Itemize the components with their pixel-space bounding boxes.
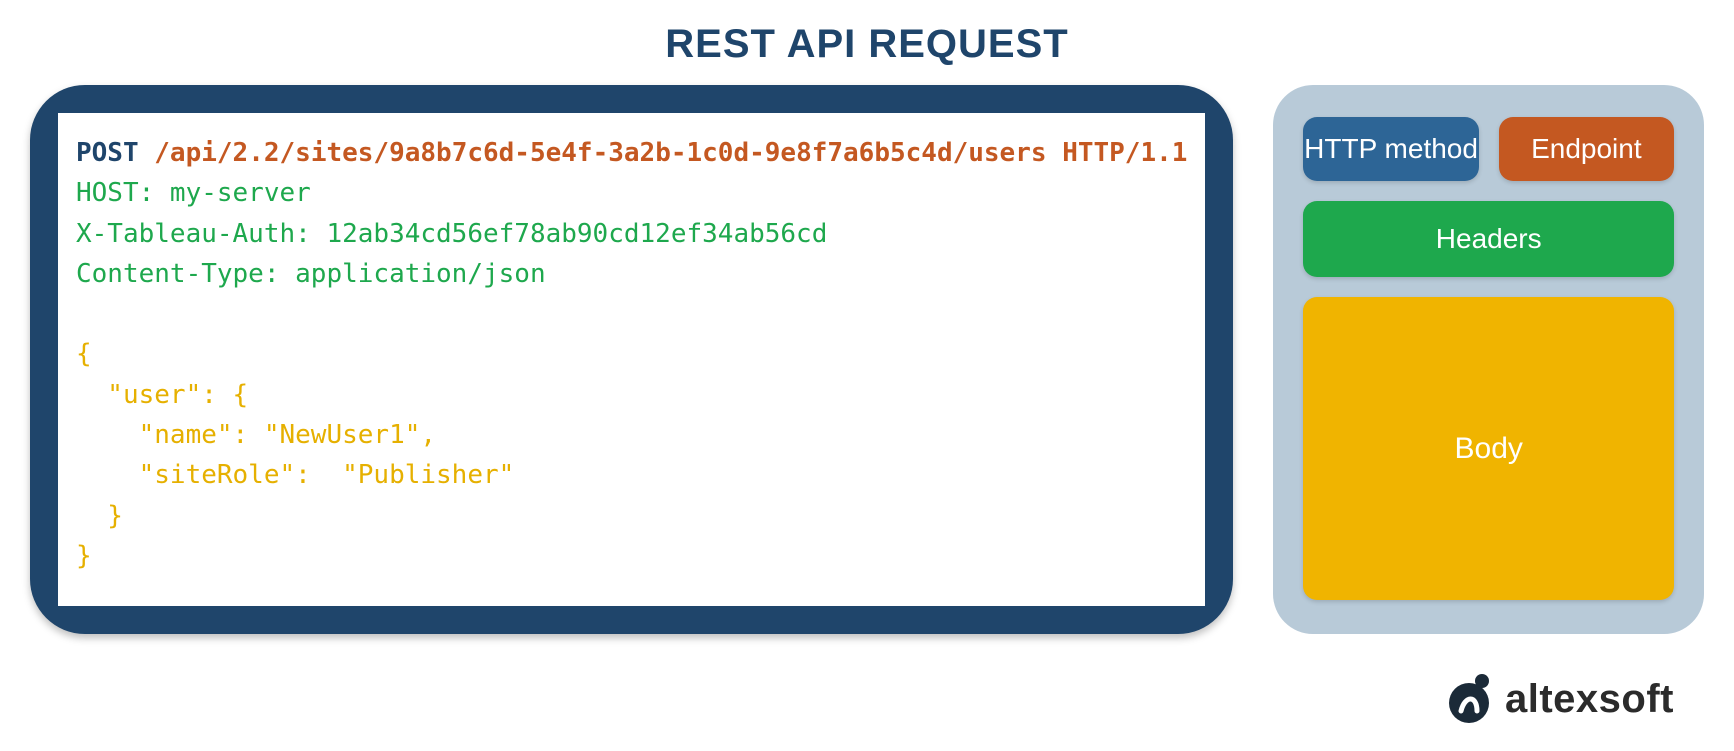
code-body-line: "name": "NewUser1", [76,420,436,450]
code-endpoint: /api/2.2/sites/9a8b7c6d-5e4f-3a2b-1c0d-9… [154,138,1046,168]
code-body-line: "user": { [76,380,248,410]
diagram-row: POST /api/2.2/sites/9a8b7c6d-5e4f-3a2b-1… [0,85,1734,634]
code-body-line: "siteRole": "Publisher" [76,460,514,490]
legend-headers: Headers [1303,201,1674,277]
brand-name: altexsoft [1505,677,1674,722]
legend-endpoint: Endpoint [1499,117,1674,181]
legend-card: HTTP method Endpoint Headers Body [1273,85,1704,634]
code-body-line: } [76,541,92,571]
code-header-line: HOST: my-server [76,178,311,208]
code-body-line: { [76,339,92,369]
code-header-line: Content-Type: application/json [76,259,546,289]
legend-top-row: HTTP method Endpoint [1303,117,1674,181]
code-method: POST [76,138,139,168]
code-header-line: X-Tableau-Auth: 12ab34cd56ef78ab90cd12ef… [76,219,827,249]
legend-http-method: HTTP method [1303,117,1478,181]
code-body-line: } [76,501,123,531]
brand-logo-icon [1443,673,1495,725]
diagram-title: REST API REQUEST [0,0,1734,85]
brand-watermark: altexsoft [1443,673,1674,725]
code-card: POST /api/2.2/sites/9a8b7c6d-5e4f-3a2b-1… [30,85,1233,634]
code-protocol: HTTP/1.1 [1062,138,1187,168]
legend-body: Body [1303,297,1674,600]
code-block: POST /api/2.2/sites/9a8b7c6d-5e4f-3a2b-1… [58,113,1205,606]
